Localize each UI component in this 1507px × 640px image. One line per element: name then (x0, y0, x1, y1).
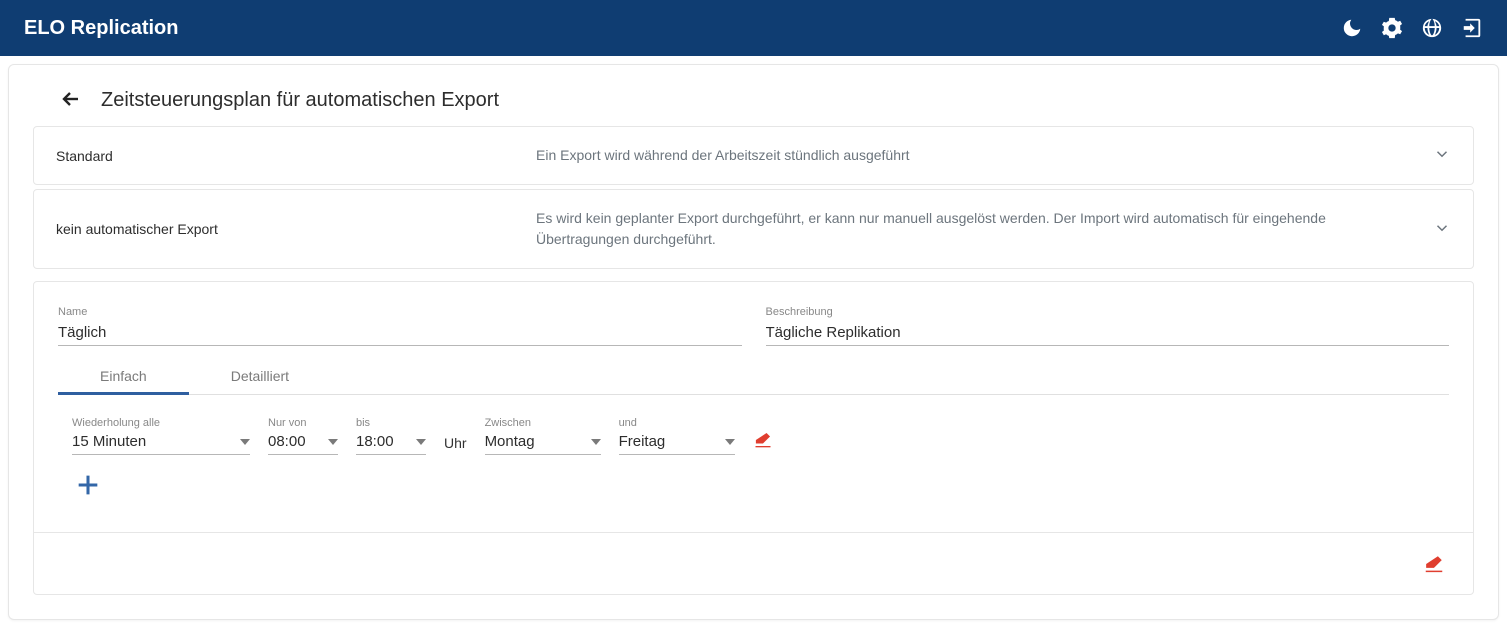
accordion-desc: Ein Export wird während der Arbeitszeit … (536, 145, 1411, 166)
name-label: Name (58, 306, 742, 318)
repeat-select[interactable]: 15 Minuten (72, 431, 250, 455)
dropdown-triangle-icon (725, 439, 735, 445)
schedule-editor-panel: Name Beschreibung Einfach Detailliert Wi… (33, 281, 1474, 595)
dropdown-triangle-icon (328, 439, 338, 445)
globe-icon[interactable] (1421, 17, 1443, 39)
back-arrow-icon[interactable] (59, 87, 83, 114)
dropdown-triangle-icon (591, 439, 601, 445)
time-to-select[interactable]: 18:00 (356, 431, 426, 455)
tab-simple[interactable]: Einfach (58, 360, 189, 395)
add-row-button[interactable] (74, 486, 102, 502)
day-from-select[interactable]: Montag (485, 431, 601, 455)
page-title: Zeitsteuerungsplan für automatischen Exp… (101, 89, 499, 112)
app-title: ELO Replication (24, 17, 178, 40)
delete-schedule-button[interactable] (1423, 553, 1445, 580)
tab-detailed[interactable]: Detailliert (189, 360, 331, 395)
day-to-select[interactable]: Freitag (619, 431, 735, 455)
accordion-desc: Es wird kein geplanter Export durchgefüh… (536, 208, 1411, 250)
chevron-down-icon[interactable] (1433, 145, 1451, 166)
dropdown-triangle-icon (416, 439, 426, 445)
repeat-label: Wiederholung alle (72, 417, 250, 429)
schedule-accordion[interactable]: Standard Ein Export wird während der Arb… (33, 126, 1474, 185)
clock-unit: Uhr (444, 435, 467, 455)
accordion-name: kein automatischer Export (56, 221, 526, 237)
time-from-select[interactable]: 08:00 (268, 431, 338, 455)
moon-icon[interactable] (1341, 17, 1363, 39)
dropdown-triangle-icon (240, 439, 250, 445)
description-input[interactable] (766, 320, 1450, 346)
delete-row-button[interactable] (753, 430, 773, 455)
logout-icon[interactable] (1461, 17, 1483, 39)
accordion-name: Standard (56, 148, 526, 164)
between-label: Zwischen (485, 417, 601, 429)
chevron-down-icon[interactable] (1433, 219, 1451, 240)
and-label: und (619, 417, 735, 429)
schedule-accordion[interactable]: kein automatischer Export Es wird kein g… (33, 189, 1474, 269)
description-label: Beschreibung (766, 306, 1450, 318)
name-input[interactable] (58, 320, 742, 346)
gear-icon[interactable] (1381, 17, 1403, 39)
from-label: Nur von (268, 417, 338, 429)
to-label: bis (356, 417, 426, 429)
